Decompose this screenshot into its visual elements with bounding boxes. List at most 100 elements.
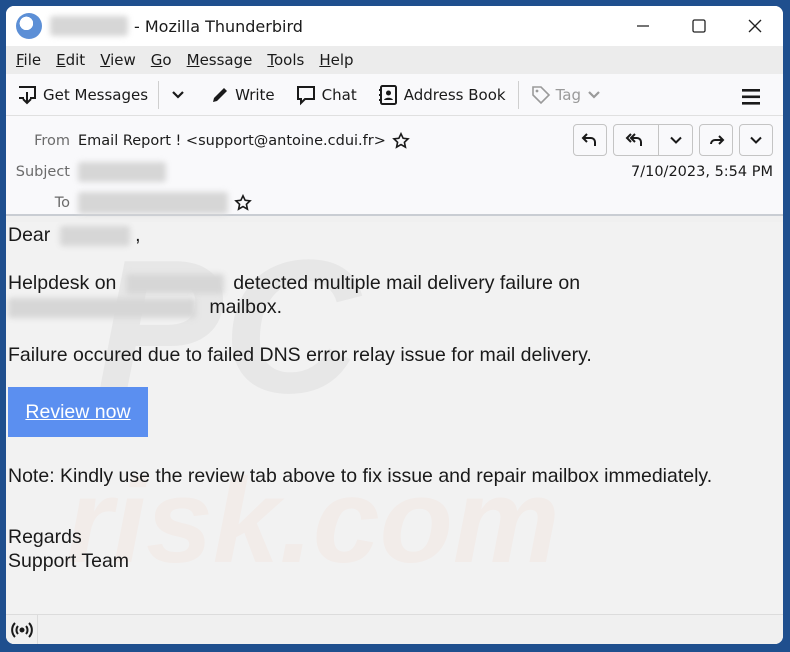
- message-header: From Email Report ! <support@antoine.cdu…: [6, 116, 783, 216]
- redacted-email: [8, 297, 196, 318]
- chat-icon: [296, 85, 315, 105]
- online-status-icon: [10, 621, 33, 638]
- redacted-subject-title: [50, 16, 128, 36]
- toolbar-separator: [158, 80, 160, 109]
- minimize-icon: [637, 25, 649, 27]
- get-messages-icon: [19, 85, 36, 104]
- address-book-icon: [378, 84, 397, 105]
- menu-accel: M: [186, 51, 200, 69]
- redacted-name: [59, 225, 130, 246]
- address-book-button[interactable]: Address Book: [377, 84, 506, 106]
- to-label: To: [54, 195, 70, 211]
- pencil-icon: [213, 87, 228, 102]
- from-row: From Email Report ! <support@antoine.cdu…: [6, 132, 410, 150]
- menu-accel: T: [267, 51, 274, 69]
- write-label: Write: [235, 85, 275, 104]
- thunderbird-window: - Mozilla Thunderbird File Edit View Go …: [6, 6, 783, 644]
- menu-label: o: [162, 51, 172, 69]
- to-row: To: [6, 192, 252, 214]
- more-actions-button[interactable]: [739, 124, 773, 156]
- menu-accel: G: [150, 51, 163, 69]
- chevron-down-icon: [588, 90, 600, 99]
- maximize-icon: [692, 19, 706, 33]
- greeting-line: Dear ,: [8, 224, 141, 247]
- from-label: From: [34, 133, 70, 149]
- line1-start: Helpdesk on: [8, 272, 117, 294]
- star-icon[interactable]: [234, 194, 252, 212]
- review-now-button[interactable]: Review now: [8, 387, 148, 437]
- thunderbird-logo-icon: [16, 13, 42, 39]
- toolbar-separator: [517, 80, 519, 109]
- note-line: Note: Kindly use the review tab above to…: [8, 465, 713, 487]
- menu-accel: V: [100, 51, 111, 69]
- menu-bar: File Edit View Go Message Tools Help: [6, 46, 783, 74]
- body-line-1: Helpdesk on detected multiple mail deliv…: [8, 272, 580, 295]
- greeting-comma: ,: [135, 224, 141, 246]
- message-actions: [567, 124, 773, 156]
- forward-button[interactable]: [699, 124, 733, 156]
- review-now-label: Review now: [25, 400, 131, 423]
- menu-label: iew: [110, 51, 136, 69]
- forward-icon: [710, 135, 725, 145]
- menu-tools[interactable]: Tools: [267, 51, 304, 69]
- write-button[interactable]: Write: [210, 85, 275, 105]
- message-date: 7/10/2023, 5:54 PM: [631, 164, 773, 180]
- message-body: PC risk.com Dear , Helpdesk on detected …: [6, 222, 783, 614]
- address-book-label: Address Book: [403, 85, 506, 104]
- hamburger-menu-icon: [742, 89, 760, 105]
- online-status-button[interactable]: [6, 614, 38, 644]
- close-icon: [748, 19, 762, 33]
- reply-all-dropdown[interactable]: [659, 125, 692, 155]
- menu-accel: E: [56, 51, 66, 69]
- tag-button[interactable]: Tag: [531, 85, 606, 105]
- chevron-down-icon: [750, 136, 762, 144]
- reply-all-icon: [625, 133, 643, 146]
- chat-button[interactable]: Chat: [295, 84, 357, 106]
- menu-edit[interactable]: Edit: [56, 51, 85, 69]
- close-button[interactable]: [727, 6, 783, 46]
- from-value[interactable]: Email Report ! <support@antoine.cdui.fr>: [78, 133, 386, 149]
- greeting-text: Dear: [8, 224, 51, 246]
- tag-icon: [531, 85, 550, 104]
- redacted-domain: [125, 273, 224, 294]
- line2-end: mailbox.: [209, 296, 283, 318]
- get-messages-dropdown[interactable]: [171, 90, 190, 100]
- menu-label: ile: [23, 51, 42, 69]
- menu-go[interactable]: Go: [151, 51, 172, 69]
- tag-label: Tag: [555, 85, 581, 104]
- window-title: - Mozilla Thunderbird: [134, 16, 303, 36]
- menu-label: essage: [199, 51, 253, 69]
- chat-label: Chat: [321, 85, 357, 104]
- menu-message[interactable]: Message: [187, 51, 253, 69]
- minimize-button[interactable]: [615, 6, 671, 46]
- menu-label: ools: [274, 51, 305, 69]
- regards-line: Regards: [8, 526, 82, 548]
- title-bar: - Mozilla Thunderbird: [6, 6, 783, 46]
- reply-button[interactable]: [573, 124, 607, 156]
- reply-all-split-button: [613, 124, 693, 156]
- menu-help[interactable]: Help: [319, 51, 353, 69]
- menu-file[interactable]: File: [16, 51, 41, 69]
- chevron-down-icon: [172, 90, 184, 99]
- menu-accel: H: [319, 51, 331, 69]
- main-toolbar: Get Messages Write Chat Address Book Tag: [6, 74, 783, 116]
- subject-row: Subject: [6, 162, 166, 182]
- maximize-button[interactable]: [671, 6, 727, 46]
- line1-end: detected multiple mail delivery failure …: [233, 272, 581, 294]
- app-menu-button[interactable]: [741, 88, 761, 111]
- menu-label: elp: [330, 51, 354, 69]
- status-bar: [6, 614, 783, 644]
- redacted-recipient: [78, 192, 228, 214]
- body-line-3: Failure occured due to failed DNS error …: [8, 344, 592, 366]
- menu-label: dit: [65, 51, 86, 69]
- reply-all-button[interactable]: [614, 125, 660, 155]
- signature-line: Support Team: [8, 550, 130, 572]
- redacted-subject: [78, 162, 166, 182]
- menu-view[interactable]: View: [100, 51, 136, 69]
- star-icon[interactable]: [392, 132, 410, 150]
- chevron-down-icon: [669, 136, 682, 144]
- get-messages-button[interactable]: Get Messages: [16, 84, 148, 106]
- menu-accel: F: [16, 51, 24, 69]
- body-line-2: mailbox.: [8, 296, 282, 319]
- reply-icon: [581, 133, 596, 146]
